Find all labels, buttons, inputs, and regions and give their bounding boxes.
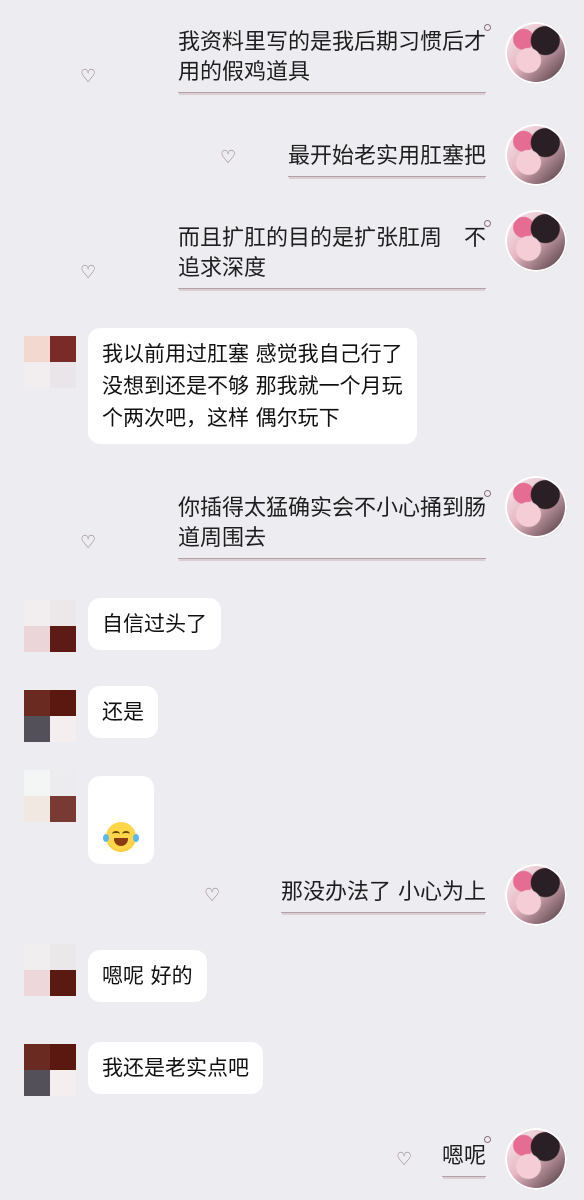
message-row-outgoing: 最开始老实用肛塞把 ♡ bbox=[0, 124, 584, 186]
avatar-self[interactable] bbox=[505, 124, 567, 186]
message-row-outgoing: 而且扩肛的目的是扩张肛周 不 追求深度 ♡ bbox=[0, 210, 584, 292]
avatar-contact[interactable] bbox=[24, 600, 76, 652]
message-row-outgoing: 你插得太猛确实会不小心捅到肠 道周围去 ♡ bbox=[0, 476, 584, 560]
avatar-contact[interactable] bbox=[24, 770, 76, 822]
message-row-incoming: 我还是老实点吧 bbox=[0, 1036, 584, 1106]
sent-message[interactable]: 而且扩肛的目的是扩张肛周 不 追求深度 bbox=[177, 224, 486, 289]
message-row-incoming: 嗯呢 好的 bbox=[0, 942, 584, 1012]
message-row-incoming: 还是 bbox=[0, 684, 584, 754]
message-row-outgoing: 嗯呢 ♡ bbox=[0, 1126, 584, 1196]
sent-message[interactable]: 嗯呢 bbox=[441, 1142, 486, 1177]
message-row-incoming bbox=[0, 764, 584, 864]
joy-tears-emoji-icon bbox=[103, 822, 139, 852]
heart-icon: ♡ bbox=[220, 147, 237, 168]
message-text: 你插得太猛确实会不小心捅到肠 道周围去 bbox=[177, 494, 486, 559]
avatar-contact[interactable] bbox=[24, 944, 76, 996]
received-message-bubble[interactable]: 嗯呢 好的 bbox=[88, 950, 207, 1002]
avatar-contact[interactable] bbox=[24, 690, 76, 742]
message-text: 我资料里写的是我后期习惯后才 用的假鸡道具 bbox=[177, 28, 486, 93]
received-message-bubble[interactable]: 自信过头了 bbox=[88, 598, 221, 650]
heart-icon: ♡ bbox=[80, 262, 97, 283]
heart-icon: ♡ bbox=[80, 532, 97, 553]
heart-icon: ♡ bbox=[396, 1149, 413, 1170]
received-message-bubble[interactable] bbox=[88, 776, 154, 864]
heart-icon: ♡ bbox=[204, 885, 221, 906]
avatar-self[interactable] bbox=[505, 476, 567, 538]
sent-message[interactable]: 你插得太猛确实会不小心捅到肠 道周围去 bbox=[177, 494, 486, 559]
received-message-bubble[interactable]: 我还是老实点吧 bbox=[88, 1042, 263, 1094]
message-text: 嗯呢 bbox=[441, 1142, 486, 1177]
circle-dot-icon bbox=[484, 490, 491, 497]
message-row-outgoing: 那没办法了 小心为上 ♡ bbox=[0, 862, 584, 932]
avatar-self[interactable] bbox=[505, 864, 567, 926]
sent-message[interactable]: 那没办法了 小心为上 bbox=[281, 878, 486, 913]
avatar-self[interactable] bbox=[505, 210, 567, 272]
circle-dot-icon bbox=[484, 1136, 491, 1143]
chat-conversation: 我资料里写的是我后期习惯后才 用的假鸡道具 ♡ 最开始老实用肛塞把 ♡ 而且扩肛… bbox=[0, 0, 584, 1200]
received-message-bubble[interactable]: 我以前用过肛塞 感觉我自己行了 没想到还是不够 那我就一个月玩 个两次吧，这样 … bbox=[88, 328, 417, 444]
circle-dot-icon bbox=[484, 220, 491, 227]
avatar-contact[interactable] bbox=[24, 336, 76, 388]
message-row-outgoing: 我资料里写的是我后期习惯后才 用的假鸡道具 ♡ bbox=[0, 14, 584, 94]
received-message-bubble[interactable]: 还是 bbox=[88, 686, 158, 738]
avatar-self[interactable] bbox=[505, 22, 567, 84]
avatar-contact[interactable] bbox=[24, 1044, 76, 1096]
heart-icon: ♡ bbox=[80, 66, 97, 87]
circle-dot-icon bbox=[484, 24, 491, 31]
message-text: 那没办法了 小心为上 bbox=[281, 878, 486, 913]
message-text: 最开始老实用肛塞把 bbox=[287, 142, 486, 177]
sent-message[interactable]: 我资料里写的是我后期习惯后才 用的假鸡道具 bbox=[177, 28, 486, 93]
message-text: 而且扩肛的目的是扩张肛周 不 追求深度 bbox=[177, 224, 486, 289]
avatar-self[interactable] bbox=[505, 1128, 567, 1190]
message-row-incoming: 我以前用过肛塞 感觉我自己行了 没想到还是不够 那我就一个月玩 个两次吧，这样 … bbox=[0, 318, 584, 458]
message-row-incoming: 自信过头了 bbox=[0, 594, 584, 664]
sent-message[interactable]: 最开始老实用肛塞把 bbox=[287, 142, 486, 177]
